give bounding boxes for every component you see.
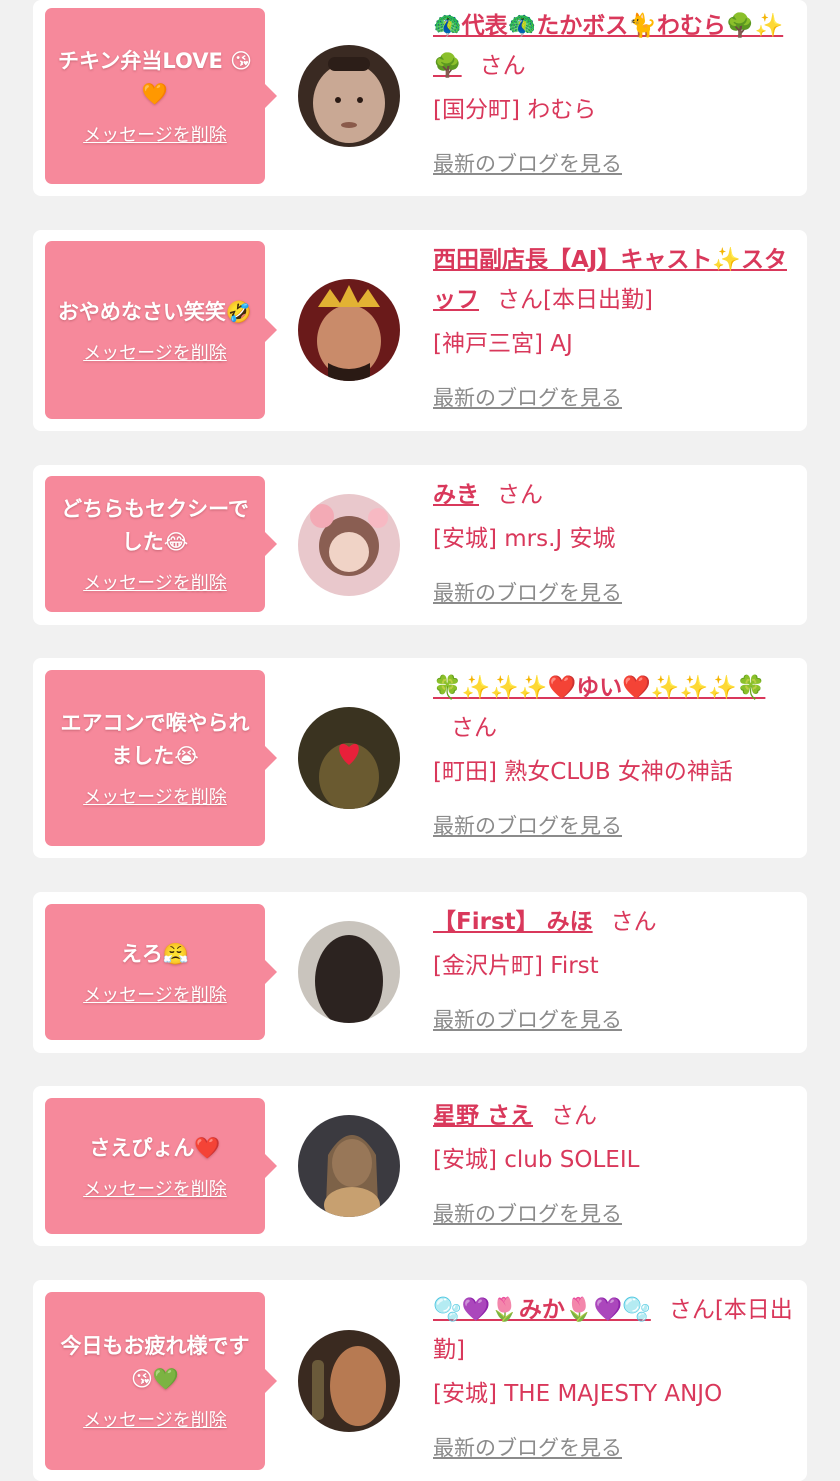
delete-message-link[interactable]: メッセージを削除 (83, 339, 227, 365)
message-text: さえぴょん❤️ (89, 1135, 221, 1160)
latest-blog-link[interactable]: 最新のブログを見る (433, 144, 622, 184)
message-card: えろ😤 メッセージを削除 【First】 みほ さん [金沢片町] First 最… (33, 892, 807, 1053)
shop-label: [金沢片町] First (433, 953, 599, 979)
avatar[interactable] (298, 1115, 400, 1217)
message-bubble: チキン弁当LOVE 😘🧡 メッセージを削除 (45, 8, 277, 184)
message-bubble: エアコンで喉やられました😭 メッセージを削除 (45, 670, 277, 846)
shop-label: [安城] club SOLEIL (433, 1147, 640, 1173)
latest-blog-link[interactable]: 最新のブログを見る (433, 1428, 622, 1468)
avatar[interactable] (298, 494, 400, 596)
message-text: おやめなさい笑笑🤣 (57, 299, 253, 324)
delete-message-link[interactable]: メッセージを削除 (83, 121, 227, 147)
cast-name-line: 🫧💜🌷みか🌷💜🫧 さん[本日出勤] (433, 1290, 793, 1370)
honorific: さん (551, 1103, 598, 1129)
shop-label: [神戸三宮] AJ (433, 331, 573, 357)
latest-blog-link[interactable]: 最新のブログを見る (433, 378, 622, 418)
honorific: さん (497, 482, 543, 508)
message-bubble: おやめなさい笑笑🤣 メッセージを削除 (45, 241, 277, 419)
shop-label: [安城] mrs.J 安城 (433, 526, 616, 552)
cast-info: 🫧💜🌷みか🌷💜🫧 さん[本日出勤] [安城] THE MAJESTY ANJO 最… (433, 1290, 793, 1468)
shop-label: [町田] 熟女CLUB 女神の神話 (433, 759, 733, 785)
delete-message-link[interactable]: メッセージを削除 (83, 1175, 227, 1201)
message-card: 今日もお疲れ様です😘💚 メッセージを削除 🫧💜🌷みか🌷💜🫧 さん[本日出勤] [安… (33, 1280, 807, 1481)
cast-info: みき さん [安城] mrs.J 安城 最新のブログを見る (433, 475, 793, 613)
delete-message-link[interactable]: メッセージを削除 (83, 1406, 227, 1432)
cast-name-line: 🦚代表🦚たかボス🐈わむら🌳✨🌳 さん (433, 6, 793, 86)
latest-blog-link[interactable]: 最新のブログを見る (433, 1000, 622, 1040)
message-text: チキン弁当LOVE 😘🧡 (57, 49, 253, 106)
cast-info: 西田副店長【AJ】キャスト✨スタッフ さん[本日出勤] [神戸三宮] AJ 最新の… (433, 240, 793, 418)
message-card: チキン弁当LOVE 😘🧡 メッセージを削除 🦚代表🦚たかボス🐈わむら🌳✨🌳 さん … (33, 0, 807, 196)
message-card: エアコンで喉やられました😭 メッセージを削除 🍀✨✨✨❤️ゆい❤️✨✨✨🍀 さん … (33, 658, 807, 858)
message-text: エアコンで喉やられました😭 (60, 711, 250, 768)
shop-label: [安城] THE MAJESTY ANJO (433, 1381, 723, 1407)
honorific: さん[本日出勤] (497, 287, 653, 313)
cast-name-line: 【First】 みほ さん (433, 902, 793, 942)
delete-message-link[interactable]: メッセージを削除 (83, 981, 227, 1007)
cast-name-line: 🍀✨✨✨❤️ゆい❤️✨✨✨🍀 さん (433, 668, 793, 748)
cast-name-line: 西田副店長【AJ】キャスト✨スタッフ さん[本日出勤] (433, 240, 793, 320)
cast-name-link[interactable]: 星野 さえ (433, 1103, 533, 1129)
honorific: さん (451, 715, 497, 741)
message-card: どちらもセクシーでした😂 メッセージを削除 みき さん [安城] mrs.J 安城… (33, 465, 807, 625)
cast-info: 🦚代表🦚たかボス🐈わむら🌳✨🌳 さん [国分町] わむら 最新のブログを見る (433, 6, 793, 184)
avatar[interactable] (298, 1330, 400, 1432)
message-card: おやめなさい笑笑🤣 メッセージを削除 西田副店長【AJ】キャスト✨スタッフ さん[… (33, 230, 807, 431)
shop-label: [国分町] わむら (433, 97, 597, 123)
cast-info: 🍀✨✨✨❤️ゆい❤️✨✨✨🍀 さん [町田] 熟女CLUB 女神の神話 最新のブロ… (433, 668, 793, 846)
latest-blog-link[interactable]: 最新のブログを見る (433, 806, 622, 846)
cast-info: 星野 さえ さん [安城] club SOLEIL 最新のブログを見る (433, 1096, 793, 1234)
cast-name-link[interactable]: 🫧💜🌷みか🌷💜🫧 (433, 1297, 651, 1323)
message-text: 今日もお疲れ様です😘💚 (60, 1334, 250, 1391)
avatar[interactable] (298, 921, 400, 1023)
message-bubble: 今日もお疲れ様です😘💚 メッセージを削除 (45, 1292, 277, 1470)
cast-info: 【First】 みほ さん [金沢片町] First 最新のブログを見る (433, 902, 793, 1040)
message-text: えろ😤 (120, 941, 190, 966)
cast-name-link[interactable]: 🍀✨✨✨❤️ゆい❤️✨✨✨🍀 (433, 675, 765, 701)
avatar[interactable] (298, 707, 400, 809)
cast-name-line: 星野 さえ さん (433, 1096, 793, 1136)
cast-name-line: みき さん (433, 475, 793, 515)
delete-message-link[interactable]: メッセージを削除 (83, 783, 227, 809)
message-bubble: さえぴょん❤️ メッセージを削除 (45, 1098, 277, 1234)
cast-name-link[interactable]: 【First】 みほ (433, 909, 593, 935)
cast-name-link[interactable]: みき (433, 482, 479, 508)
latest-blog-link[interactable]: 最新のブログを見る (433, 1194, 622, 1234)
honorific: さん (479, 53, 526, 79)
message-bubble: どちらもセクシーでした😂 メッセージを削除 (45, 476, 277, 612)
message-text: どちらもセクシーでした😂 (61, 497, 249, 554)
avatar[interactable] (298, 45, 400, 147)
honorific: さん (610, 909, 657, 935)
delete-message-link[interactable]: メッセージを削除 (83, 569, 227, 595)
message-bubble: えろ😤 メッセージを削除 (45, 904, 277, 1040)
message-card: さえぴょん❤️ メッセージを削除 星野 さえ さん [安城] club SOLEI… (33, 1086, 807, 1246)
latest-blog-link[interactable]: 最新のブログを見る (433, 573, 622, 613)
avatar[interactable] (298, 279, 400, 381)
